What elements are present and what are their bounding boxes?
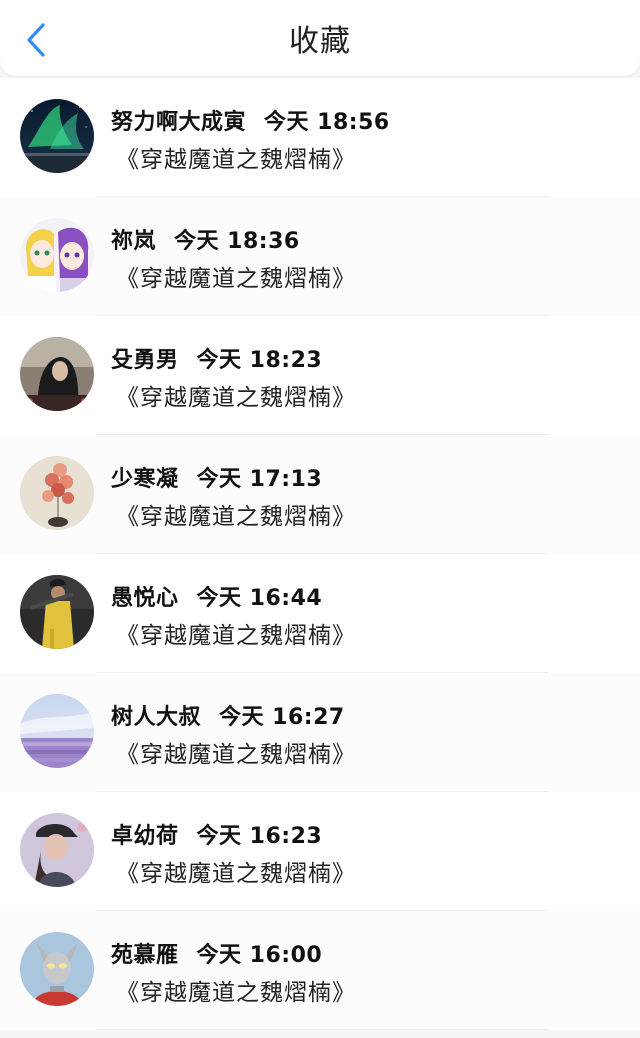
item-meta: 少寒凝 今天 17:13 [111,460,322,494]
lavender-field-avatar-icon [20,694,94,768]
dark-portrait-avatar-icon [20,337,94,411]
timestamp: 今天 16:27 [219,705,345,730]
anime-girls-avatar-icon [20,218,94,292]
book-title: 《穿越魔道之魏熠楠》 [116,385,356,411]
avatar[interactable] [20,694,94,768]
item-meta: 努力啊大成寅 今天 18:56 [111,103,390,137]
book-title: 《穿越魔道之魏熠楠》 [116,623,356,649]
list-item[interactable]: 殳勇男 今天 18:23 《穿越魔道之魏熠楠》 [0,316,640,435]
timestamp: 今天 16:44 [196,586,323,611]
app: 收藏 努力啊大成寅 今天 18:56 《穿越魔道之魏熠楠》 祢岚 今天 18:3… [0,0,640,1038]
username[interactable]: 殳勇男 [111,342,179,374]
username[interactable]: 树人大叔 [111,699,201,731]
cap-portrait-avatar-icon [20,813,94,887]
aurora-night-avatar-icon [20,99,94,173]
timestamp: 今天 18:56 [264,110,390,135]
book-title: 《穿越魔道之魏熠楠》 [116,504,356,530]
page-title: 收藏 [289,24,351,59]
yellow-coat-figure-avatar-icon [20,575,94,649]
timestamp: 今天 16:00 [196,943,323,968]
list-item[interactable]: 少寒凝 今天 17:13 《穿越魔道之魏熠楠》 [0,435,640,554]
avatar[interactable] [20,575,94,649]
avatar[interactable] [20,337,94,411]
username[interactable]: 努力啊大成寅 [111,104,246,136]
list-item[interactable]: 苑慕雁 今天 16:00 《穿越魔道之魏熠楠》 [0,911,640,1030]
timestamp: 今天 18:23 [196,348,323,373]
timestamp: 今天 18:36 [174,229,300,254]
book-title: 《穿越魔道之魏熠楠》 [116,147,356,173]
book-title: 《穿越魔道之魏熠楠》 [116,861,356,887]
header-bar: 收藏 [0,0,640,76]
favorites-list: 努力啊大成寅 今天 18:56 《穿越魔道之魏熠楠》 祢岚 今天 18:36 《… [0,78,640,1030]
list-item[interactable]: 愚悦心 今天 16:44 《穿越魔道之魏熠楠》 [0,554,640,673]
balloons-avatar-icon [20,456,94,530]
avatar[interactable] [20,932,94,1006]
avatar[interactable] [20,456,94,530]
username[interactable]: 少寒凝 [111,461,179,493]
item-meta: 殳勇男 今天 18:23 [111,341,322,375]
username[interactable]: 愚悦心 [111,580,179,612]
book-title: 《穿越魔道之魏熠楠》 [116,742,356,768]
list-item[interactable]: 努力啊大成寅 今天 18:56 《穿越魔道之魏熠楠》 [0,78,640,197]
book-title: 《穿越魔道之魏熠楠》 [116,980,356,1006]
list-item[interactable]: 树人大叔 今天 16:27 《穿越魔道之魏熠楠》 [0,673,640,792]
hero-mask-avatar-icon [20,932,94,1006]
username[interactable]: 祢岚 [111,223,156,255]
item-meta: 苑慕雁 今天 16:00 [111,936,322,970]
avatar[interactable] [20,218,94,292]
book-title: 《穿越魔道之魏熠楠》 [116,266,356,292]
username[interactable]: 卓幼荷 [111,818,179,850]
list-item[interactable]: 祢岚 今天 18:36 《穿越魔道之魏熠楠》 [0,197,640,316]
item-meta: 愚悦心 今天 16:44 [111,579,322,613]
timestamp: 今天 17:13 [196,467,323,492]
item-meta: 卓幼荷 今天 16:23 [111,817,322,851]
avatar[interactable] [20,99,94,173]
username[interactable]: 苑慕雁 [111,937,179,969]
item-meta: 祢岚 今天 18:36 [111,222,300,256]
avatar[interactable] [20,813,94,887]
item-meta: 树人大叔 今天 16:27 [111,698,345,732]
list-item[interactable]: 卓幼荷 今天 16:23 《穿越魔道之魏熠楠》 [0,792,640,911]
timestamp: 今天 16:23 [196,824,323,849]
